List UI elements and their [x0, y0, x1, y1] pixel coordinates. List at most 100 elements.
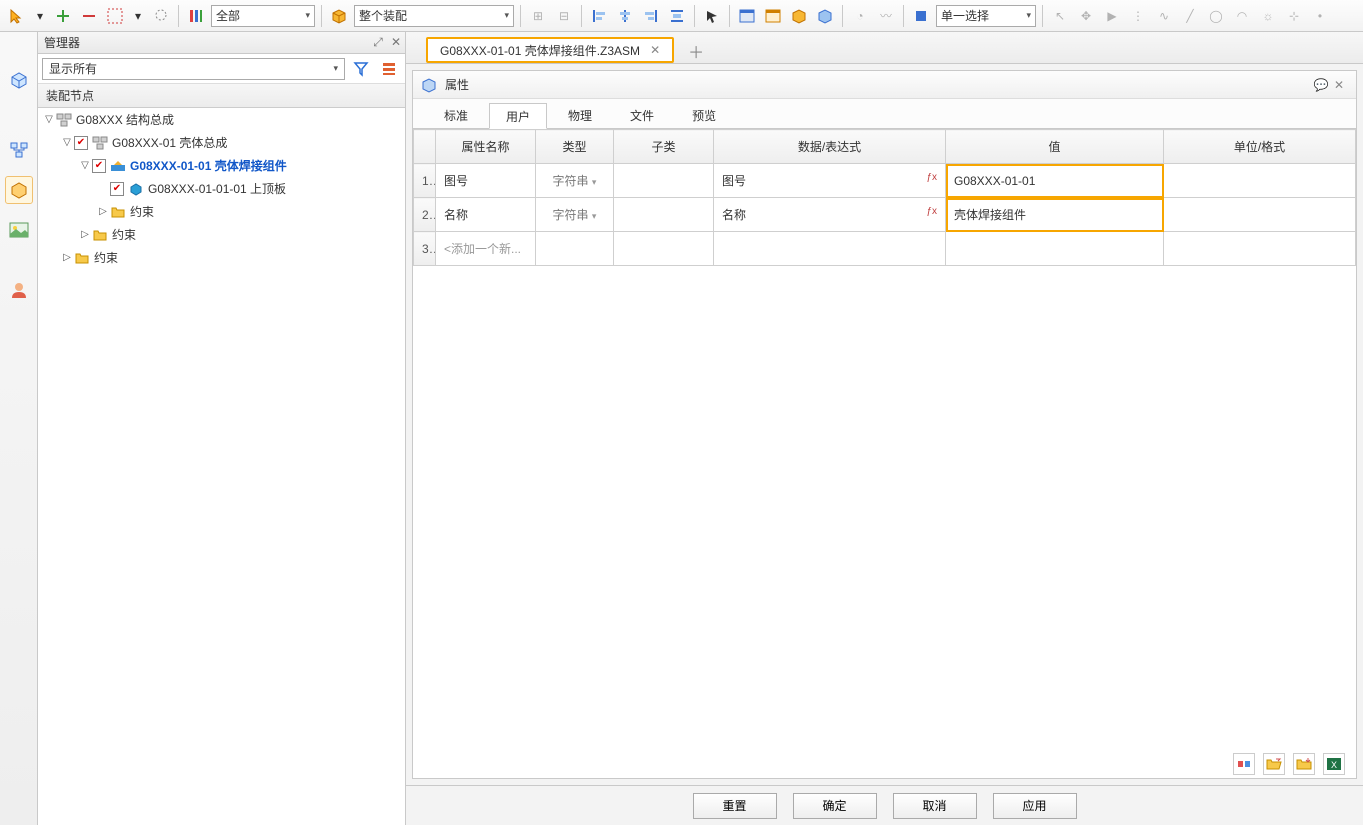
chevron-right-icon[interactable]: ▷: [60, 252, 74, 263]
footer-save-icon[interactable]: [1293, 753, 1315, 775]
cell-expr[interactable]: 图号ƒx: [714, 164, 946, 198]
remove-icon[interactable]: [78, 5, 100, 27]
cell-value[interactable]: 壳体焊接组件: [946, 198, 1164, 232]
cancel-button[interactable]: 取消: [893, 793, 977, 819]
tree-node-constraint[interactable]: ▷ 约束: [38, 246, 405, 269]
draw-point-icon[interactable]: •: [1309, 5, 1331, 27]
align-left-icon[interactable]: [588, 5, 610, 27]
cell-type[interactable]: 字符串 ▾: [536, 198, 614, 232]
draw-axis-icon[interactable]: ⊹: [1283, 5, 1305, 27]
col-value[interactable]: 值: [946, 130, 1164, 164]
tab-standard[interactable]: 标准: [427, 102, 485, 128]
manager-display-combo[interactable]: 显示所有▾: [42, 58, 345, 80]
checkbox[interactable]: [92, 159, 106, 173]
cell-unit[interactable]: [1164, 232, 1356, 266]
grid-row[interactable]: 2 名称 字符串 ▾ 名称ƒx 壳体焊接组件: [414, 198, 1356, 232]
manager-list-icon[interactable]: [377, 58, 401, 80]
strip-cube-icon[interactable]: [5, 66, 33, 94]
strip-image-icon[interactable]: [5, 216, 33, 244]
close-icon[interactable]: ✕: [650, 43, 660, 57]
checkbox[interactable]: [110, 182, 124, 196]
draw-anchor-icon[interactable]: ⋮: [1127, 5, 1149, 27]
tree-node-root[interactable]: ▽ G08XXX 结构总成: [38, 108, 405, 131]
win-a-icon[interactable]: [736, 5, 758, 27]
draw-circle-icon[interactable]: ◯: [1205, 5, 1227, 27]
footer-excel-icon[interactable]: X: [1323, 753, 1345, 775]
manager-funnel-icon[interactable]: [349, 58, 373, 80]
chevron-down-icon[interactable]: ▽: [78, 160, 92, 171]
property-grid[interactable]: 属性名称 类型 子类 数据/表达式 值 单位/格式 1 图号 字符串 ▾ 图号ƒ…: [413, 129, 1356, 266]
select-mode-combo[interactable]: 单一选择▾: [936, 5, 1036, 27]
chevron-down-icon[interactable]: ▽: [42, 114, 56, 125]
pointer-icon[interactable]: [701, 5, 723, 27]
ok-button[interactable]: 确定: [793, 793, 877, 819]
cell-expr[interactable]: [714, 232, 946, 266]
tree-node-part[interactable]: G08XXX-01-01-01 上顶板: [38, 177, 405, 200]
grid-row[interactable]: 1 图号 字符串 ▾ 图号ƒx G08XXX-01-01: [414, 164, 1356, 198]
lasso-icon[interactable]: [150, 5, 172, 27]
grid-row-new[interactable]: 3 <添加一个新...: [414, 232, 1356, 266]
path-icon[interactable]: 〰: [875, 5, 897, 27]
footer-open-icon[interactable]: [1263, 753, 1285, 775]
comment-icon[interactable]: 💬: [1312, 78, 1330, 92]
tab-preview[interactable]: 预览: [675, 102, 733, 128]
add-icon[interactable]: [52, 5, 74, 27]
strip-package-icon[interactable]: [5, 176, 33, 204]
tool-a-icon[interactable]: ⊞: [527, 5, 549, 27]
grid-select-icon[interactable]: [104, 5, 126, 27]
draw-move-icon[interactable]: ✥: [1075, 5, 1097, 27]
stop-icon[interactable]: [910, 5, 932, 27]
chevron-right-icon[interactable]: ▷: [96, 206, 110, 217]
cell-sub[interactable]: [614, 232, 714, 266]
chevron-right-icon[interactable]: ▷: [78, 229, 92, 240]
cell-sub[interactable]: [614, 164, 714, 198]
cell-add-new[interactable]: <添加一个新...: [436, 232, 536, 266]
cell-expr[interactable]: 名称ƒx: [714, 198, 946, 232]
cell-unit[interactable]: [1164, 198, 1356, 232]
formula-icon[interactable]: ƒx: [926, 172, 937, 183]
tree-node-sub1[interactable]: ▽ G08XXX-01 壳体总成: [38, 131, 405, 154]
apply-button[interactable]: 应用: [993, 793, 1077, 819]
manager-pin-icon[interactable]: ⤢: [369, 35, 387, 50]
draw-sun-icon[interactable]: ☼: [1257, 5, 1279, 27]
checkbox[interactable]: [74, 136, 88, 150]
draw-spline-icon[interactable]: ∿: [1153, 5, 1175, 27]
draw-arc-icon[interactable]: ◠: [1231, 5, 1253, 27]
draw-play-icon[interactable]: ▶: [1101, 5, 1123, 27]
cell-name[interactable]: 图号: [436, 164, 536, 198]
formula-icon[interactable]: ƒx: [926, 206, 937, 217]
reset-button[interactable]: 重置: [693, 793, 777, 819]
assembly-tree[interactable]: ▽ G08XXX 结构总成 ▽ G08XXX-01 壳体总成 ▽ G08XXX-…: [38, 108, 405, 825]
align-dist-icon[interactable]: [666, 5, 688, 27]
tree-node-selected[interactable]: ▽ G08XXX-01-01 壳体焊接组件: [38, 154, 405, 177]
tab-user[interactable]: 用户: [489, 103, 547, 129]
cell-name[interactable]: 名称: [436, 198, 536, 232]
manager-close-icon[interactable]: ✕: [387, 35, 405, 50]
cell-type[interactable]: [536, 232, 614, 266]
cell-value[interactable]: G08XXX-01-01: [946, 164, 1164, 198]
cursor-icon[interactable]: [6, 5, 28, 27]
tool-b-icon[interactable]: ⊟: [553, 5, 575, 27]
add-tab-icon[interactable]: ＋: [684, 39, 708, 63]
align-right-icon[interactable]: [640, 5, 662, 27]
file-tab-active[interactable]: G08XXX-01-01 壳体焊接组件.Z3ASM ✕: [426, 37, 674, 63]
col-sub[interactable]: 子类: [614, 130, 714, 164]
chevron-down-icon[interactable]: ▽: [60, 137, 74, 148]
columns-icon[interactable]: [185, 5, 207, 27]
panel-close-icon[interactable]: ✕: [1330, 78, 1348, 92]
col-unit[interactable]: 单位/格式: [1164, 130, 1356, 164]
grid-select-drop[interactable]: ▾: [128, 9, 148, 23]
col-name[interactable]: 属性名称: [436, 130, 536, 164]
draw-line-icon[interactable]: ╱: [1179, 5, 1201, 27]
box-icon[interactable]: [328, 5, 350, 27]
cell-value[interactable]: [946, 232, 1164, 266]
cell-unit[interactable]: [1164, 164, 1356, 198]
draw-pointer-icon[interactable]: ↖: [1049, 5, 1071, 27]
footer-link-icon[interactable]: [1233, 753, 1255, 775]
col-type[interactable]: 类型: [536, 130, 614, 164]
cell-type[interactable]: 字符串 ▾: [536, 164, 614, 198]
col-expr[interactable]: 数据/表达式: [714, 130, 946, 164]
scope-combo[interactable]: 整个装配▾: [354, 5, 514, 27]
cell-sub[interactable]: [614, 198, 714, 232]
tree-node-constraint[interactable]: ▷ 约束: [38, 223, 405, 246]
